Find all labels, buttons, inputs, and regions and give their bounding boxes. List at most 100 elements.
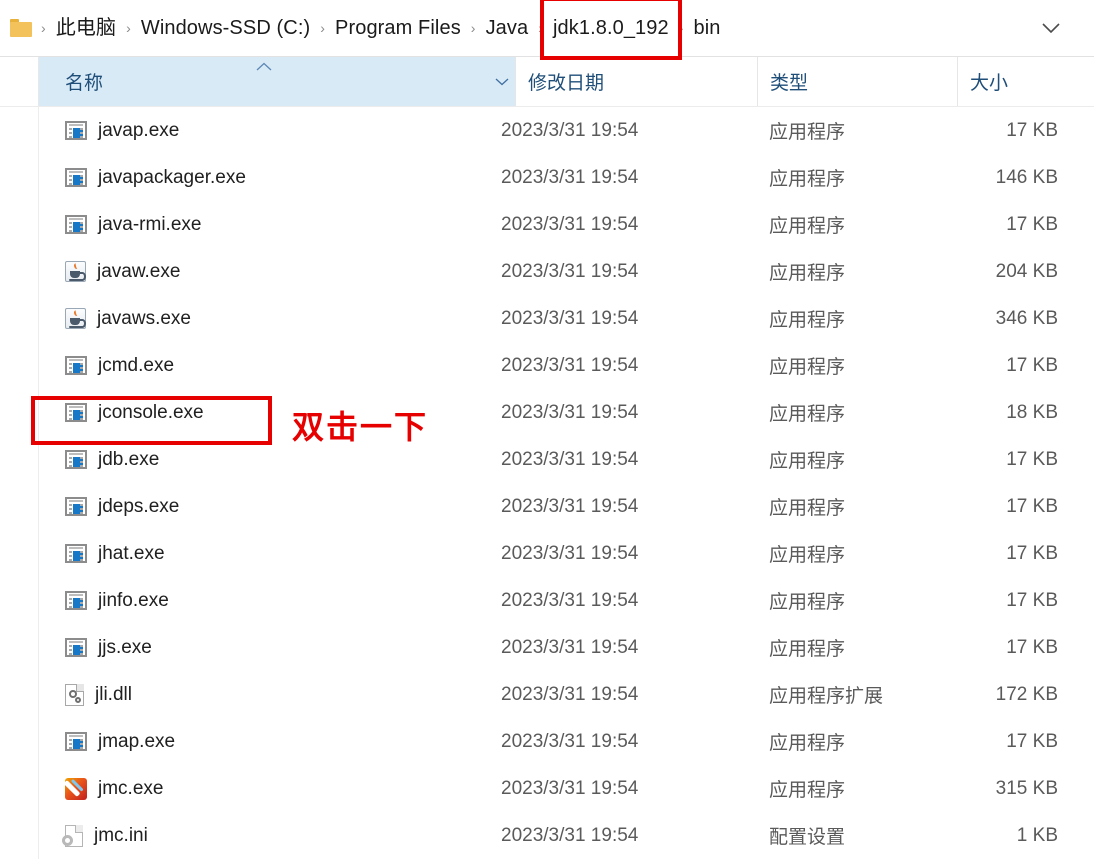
application-exe-icon (65, 121, 87, 140)
table-row[interactable]: javapackager.exe 2023/3/31 19:54 应用程序 146 K… (0, 154, 1094, 201)
application-exe-icon (65, 732, 87, 751)
file-size-cell: 18 KB (1006, 401, 1058, 423)
file-type-cell: 配置设置 (769, 827, 846, 848)
row-gutter (0, 530, 39, 577)
file-list[interactable]: javap.exe 2023/3/31 19:54 应用程序 17 KB javapac… (0, 107, 1094, 859)
column-header-date-modified[interactable]: 修改日期 (515, 57, 757, 106)
table-row[interactable]: javaws.exe 2023/3/31 19:54 应用程序 346 KB (0, 295, 1094, 342)
table-row[interactable]: javap.exe 2023/3/31 19:54 应用程序 17 KB (0, 107, 1094, 154)
file-name-cell[interactable]: jhat.exe (39, 543, 489, 565)
dll-file-icon (65, 683, 84, 706)
file-date-cell: 2023/3/31 19:54 (501, 824, 639, 846)
file-name-cell[interactable]: jjs.exe (39, 637, 489, 659)
file-name-label: jcmd.exe (98, 354, 175, 376)
sort-ascending-icon (256, 59, 272, 74)
file-name-cell[interactable]: jdeps.exe (39, 496, 489, 518)
file-size-cell: 17 KB (1006, 542, 1058, 564)
file-name-cell[interactable]: javaws.exe (39, 308, 489, 330)
table-row[interactable]: jinfo.exe 2023/3/31 19:54 应用程序 17 KB (0, 577, 1094, 624)
breadcrumb-item-5[interactable]: bin (689, 13, 726, 44)
file-size-cell: 17 KB (1006, 213, 1058, 235)
file-name-label: java-rmi.exe (98, 213, 202, 235)
application-exe-icon (65, 497, 87, 516)
file-name-cell[interactable]: javap.exe (39, 120, 489, 142)
row-gutter (0, 718, 39, 765)
file-name-label: jmap.exe (98, 730, 176, 752)
file-size-cell: 17 KB (1006, 495, 1058, 517)
table-row[interactable]: jli.dll 2023/3/31 19:54 应用程序扩展 172 KB (0, 671, 1094, 718)
file-name-cell[interactable]: jmc.exe (39, 777, 489, 800)
file-size-cell: 204 KB (995, 260, 1058, 282)
breadcrumb-item-2[interactable]: Program Files (330, 13, 466, 44)
file-name-cell[interactable]: jmc.ini (39, 824, 489, 847)
file-name-cell[interactable]: java-rmi.exe (39, 214, 489, 236)
application-exe-icon (65, 215, 87, 234)
application-exe-icon (65, 356, 87, 375)
table-row[interactable]: jjs.exe 2023/3/31 19:54 应用程序 17 KB (0, 624, 1094, 671)
file-name-cell[interactable]: jdb.exe (39, 449, 489, 471)
table-row[interactable]: jdb.exe 2023/3/31 19:54 应用程序 17 KB (0, 436, 1094, 483)
file-size-cell: 172 KB (995, 683, 1058, 705)
breadcrumb-item-3[interactable]: Java (481, 13, 534, 44)
address-bar[interactable]: › 此电脑 › Windows-SSD (C:) › Program Files › Java… (0, 0, 1094, 60)
breadcrumb-separator: › (126, 20, 131, 36)
file-date-cell: 2023/3/31 19:54 (501, 307, 639, 329)
header-gutter (0, 57, 39, 106)
table-row[interactable]: jmc.exe 2023/3/31 19:54 应用程序 315 KB (0, 765, 1094, 812)
file-date-cell: 2023/3/31 19:54 (501, 589, 639, 611)
file-name-cell[interactable]: javapackager.exe (39, 167, 489, 189)
breadcrumb-separator: › (41, 20, 46, 36)
file-type-cell: 应用程序 (769, 639, 846, 660)
breadcrumb-item-4[interactable]: jdk1.8.0_192 (540, 0, 682, 60)
table-row[interactable]: jmap.exe 2023/3/31 19:54 应用程序 17 KB (0, 718, 1094, 765)
file-type-cell: 应用程序 (769, 310, 846, 331)
file-name-cell[interactable]: jli.dll (39, 683, 489, 706)
column-header-row: 名称 修改日期 类型 大小 (0, 57, 1094, 107)
file-name-label: jmc.exe (98, 777, 164, 799)
file-type-cell: 应用程序扩展 (769, 686, 884, 707)
breadcrumb-item-1[interactable]: Windows-SSD (C:) (136, 13, 315, 44)
file-date-cell: 2023/3/31 19:54 (501, 213, 639, 235)
file-size-cell: 17 KB (1006, 354, 1058, 376)
table-row[interactable]: java-rmi.exe 2023/3/31 19:54 应用程序 17 KB (0, 201, 1094, 248)
table-row[interactable]: javaw.exe 2023/3/31 19:54 应用程序 204 KB (0, 248, 1094, 295)
file-date-cell: 2023/3/31 19:54 (501, 683, 639, 705)
column-header-size[interactable]: 大小 (957, 57, 1094, 106)
file-name-cell[interactable]: jmap.exe (39, 731, 489, 753)
file-size-cell: 17 KB (1006, 636, 1058, 658)
file-type-cell: 应用程序 (769, 451, 846, 472)
chevron-down-icon[interactable] (1038, 15, 1064, 41)
breadcrumb: › 此电脑 › Windows-SSD (C:) › Program Files › Java… (36, 0, 726, 60)
row-gutter (0, 812, 39, 859)
folder-icon (10, 19, 32, 37)
application-exe-icon (65, 403, 87, 422)
row-gutter (0, 765, 39, 812)
column-name-dropdown-icon[interactable] (489, 57, 515, 106)
file-type-cell: 应用程序 (769, 122, 846, 143)
column-header-type-label: 类型 (770, 73, 809, 94)
table-row[interactable]: jdeps.exe 2023/3/31 19:54 应用程序 17 KB (0, 483, 1094, 530)
table-row[interactable]: jcmd.exe 2023/3/31 19:54 应用程序 17 KB (0, 342, 1094, 389)
table-row[interactable]: jconsole.exe 2023/3/31 19:54 应用程序 18 KB (0, 389, 1094, 436)
file-name-cell[interactable]: jinfo.exe (39, 590, 489, 612)
file-type-cell: 应用程序 (769, 733, 846, 754)
column-header-name[interactable]: 名称 (39, 57, 489, 106)
breadcrumb-item-0[interactable]: 此电脑 (51, 13, 121, 44)
row-gutter (0, 389, 39, 436)
file-date-cell: 2023/3/31 19:54 (501, 448, 639, 470)
row-gutter (0, 248, 39, 295)
file-name-cell[interactable]: javaw.exe (39, 261, 489, 283)
row-gutter (0, 154, 39, 201)
table-row[interactable]: jhat.exe 2023/3/31 19:54 应用程序 17 KB (0, 530, 1094, 577)
file-type-cell: 应用程序 (769, 357, 846, 378)
file-date-cell: 2023/3/31 19:54 (501, 636, 639, 658)
application-exe-icon (65, 168, 87, 187)
column-header-type[interactable]: 类型 (757, 57, 957, 106)
table-row[interactable]: jmc.ini 2023/3/31 19:54 配置设置 1 KB (0, 812, 1094, 859)
row-gutter (0, 342, 39, 389)
file-name-cell[interactable]: jcmd.exe (39, 355, 489, 377)
file-name-label: jjs.exe (98, 636, 152, 658)
file-size-cell: 17 KB (1006, 119, 1058, 141)
file-date-cell: 2023/3/31 19:54 (501, 166, 639, 188)
java-coffee-cup-icon (65, 308, 86, 329)
